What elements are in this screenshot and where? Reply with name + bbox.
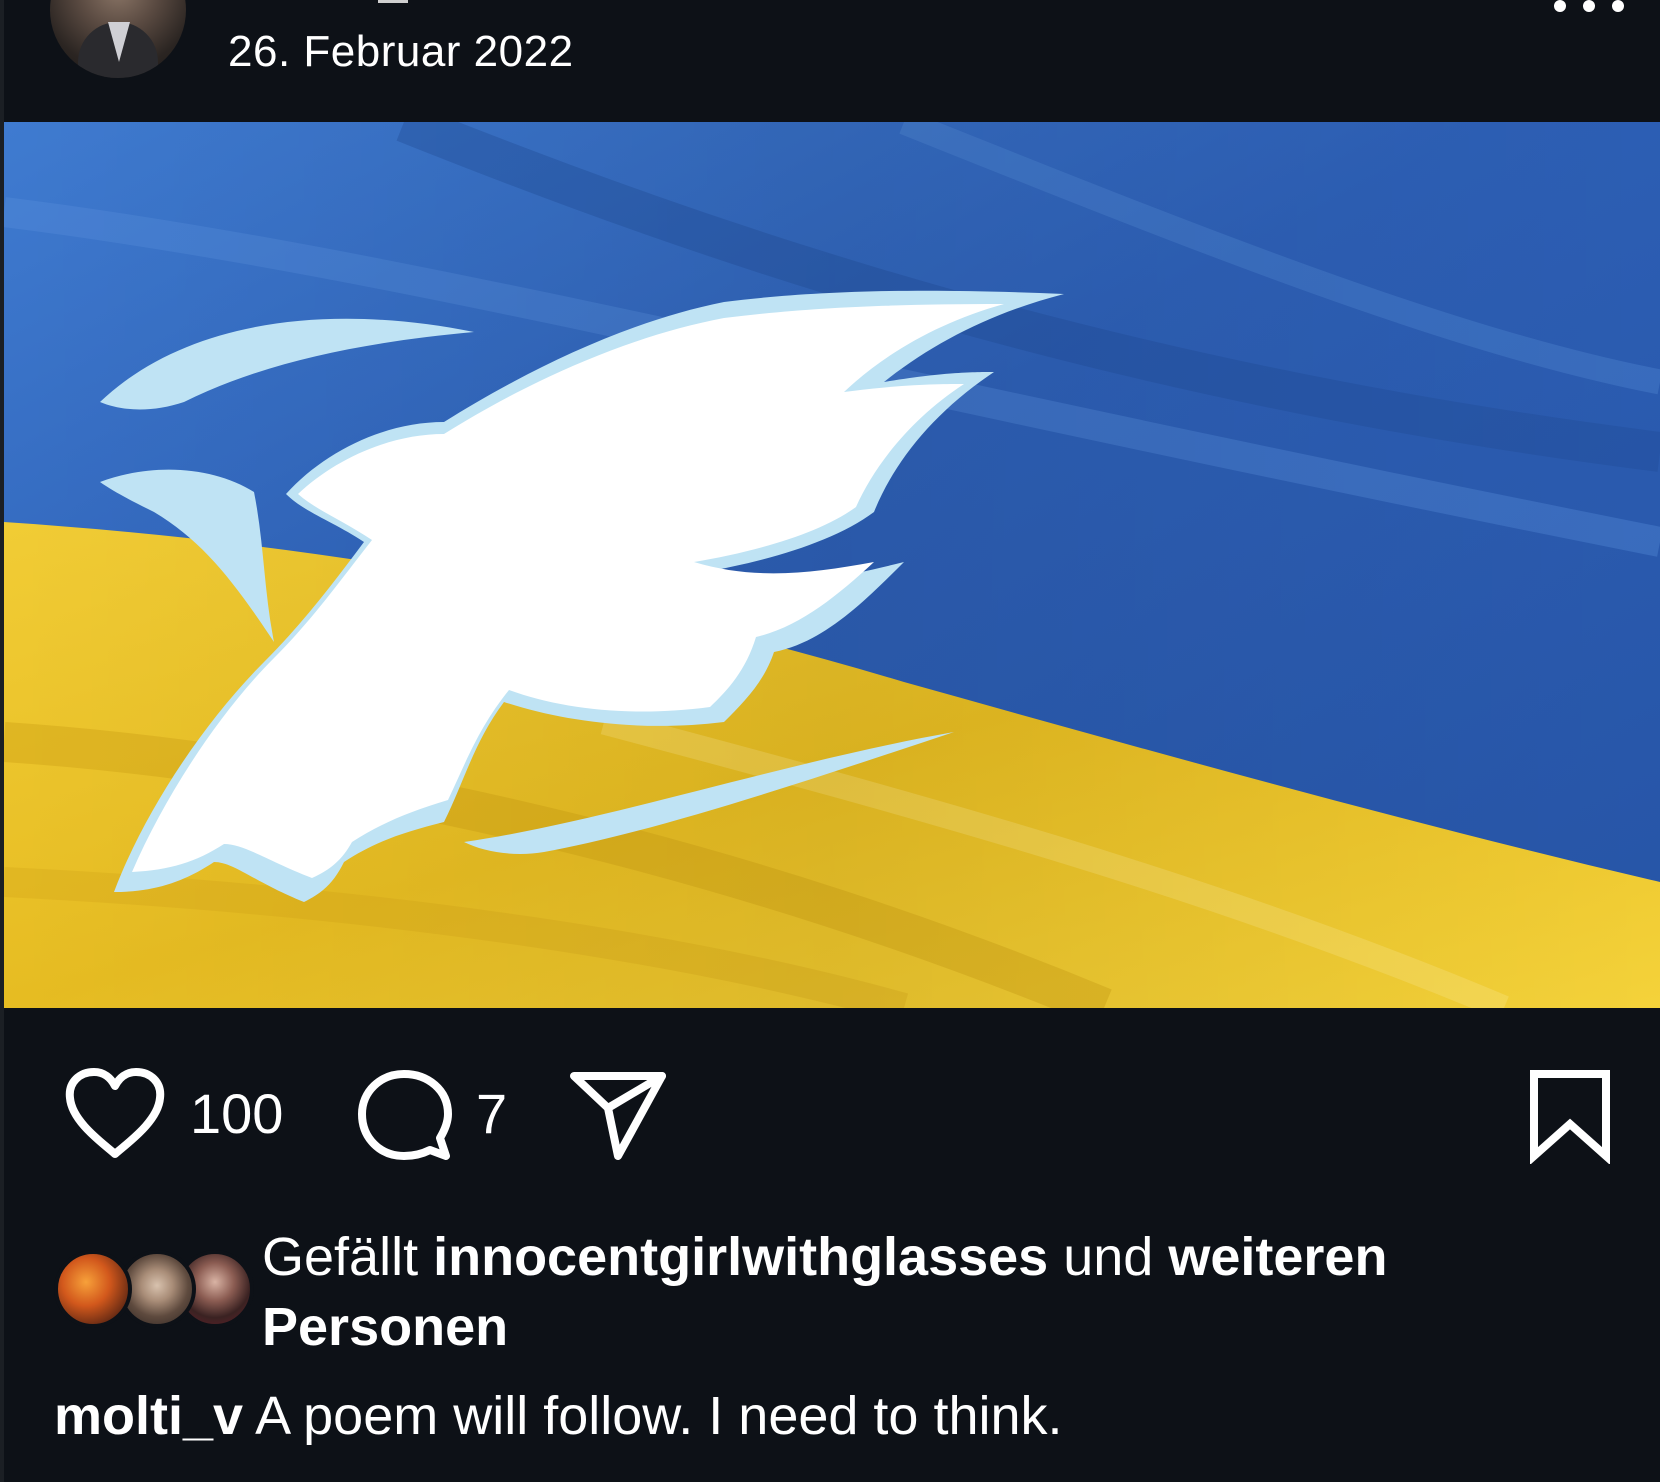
share-icon[interactable]: [568, 1068, 668, 1162]
author-username-clipped[interactable]: [378, 0, 408, 3]
liker-username[interactable]: innocentgirlwithglasses: [433, 1227, 1048, 1287]
caption-text: A poem will follow. I need to think.: [255, 1386, 1063, 1446]
like-count[interactable]: 100: [190, 1082, 283, 1146]
post-caption: molti_v A poem will follow. I need to th…: [54, 1384, 1614, 1448]
likes-connector: und: [1063, 1227, 1154, 1287]
post-date: 26. Februar 2022: [228, 27, 574, 76]
ukraine-flag-dove-image: [4, 122, 1660, 1008]
likes-text: Gefällt innocentgirlwithglasses und weit…: [262, 1222, 1592, 1362]
post-header: 26. Februar 2022: [0, 0, 1660, 122]
post-actions-bar: 100 7: [0, 1008, 1660, 1208]
bookmark-icon[interactable]: [1528, 1068, 1612, 1164]
more-options-icon[interactable]: [1552, 0, 1626, 20]
heart-icon[interactable]: [64, 1068, 166, 1160]
post-container: 26. Februar 2022 100 7 Gefällt innocentg…: [0, 0, 1660, 1482]
comment-icon[interactable]: [356, 1068, 452, 1164]
comment-count[interactable]: 7: [476, 1082, 507, 1146]
caption-username[interactable]: molti_v: [54, 1386, 243, 1446]
author-avatar[interactable]: [50, 0, 186, 78]
post-image[interactable]: [4, 122, 1660, 1008]
likes-prefix: Gefällt: [262, 1227, 419, 1287]
likes-summary: Gefällt innocentgirlwithglasses und weit…: [0, 1220, 1660, 1370]
liker-avatar-1[interactable]: [54, 1250, 132, 1328]
